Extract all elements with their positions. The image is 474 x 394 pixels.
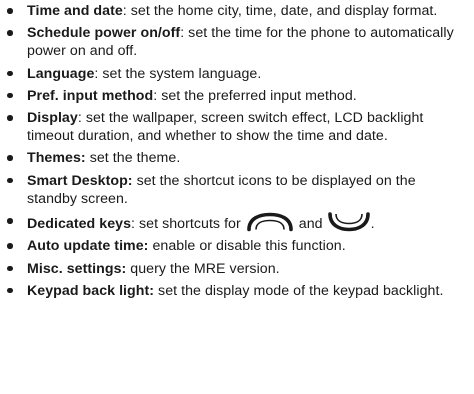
settings-list: Time and date: set the home city, time, … xyxy=(0,2,474,304)
list-item-display: Display: set the wallpaper, screen switc… xyxy=(0,109,474,145)
item-separator: : xyxy=(180,25,189,42)
list-item-input-method: Pref. input method: set the preferred in… xyxy=(0,87,474,105)
list-item-dedicated-keys: Dedicated keys: set shortcuts for and . xyxy=(0,212,474,233)
bullet-icon xyxy=(7,8,13,14)
bullet-icon xyxy=(7,265,13,272)
list-item-smart-desktop: Smart Desktop: set the shortcut icons to… xyxy=(0,172,474,208)
down-key-icon xyxy=(327,212,371,232)
item-separator: : xyxy=(153,87,162,104)
list-item-themes: Themes: set the theme. xyxy=(0,149,474,167)
item-term: Dedicated keys xyxy=(27,216,132,233)
item-separator: : xyxy=(131,216,139,233)
item-description: set the preferred input method. xyxy=(161,87,357,104)
item-separator: : xyxy=(122,3,131,19)
item-term: Themes: xyxy=(27,150,86,167)
item-term: Misc. settings: xyxy=(27,260,127,277)
item-term: Auto update time: xyxy=(27,238,149,255)
item-description: set the system language. xyxy=(102,65,262,82)
item-description: enable or disable this function. xyxy=(152,238,346,255)
bullet-icon xyxy=(7,218,13,224)
bullet-icon xyxy=(7,177,13,184)
list-item-auto-update-time: Auto update time: enable or disable this… xyxy=(0,237,474,255)
item-description: set the home city, time, date, and displ… xyxy=(130,3,438,19)
item-term: Display xyxy=(27,110,78,127)
bullet-icon xyxy=(7,115,13,121)
item-term: Keypad back light: xyxy=(27,282,155,299)
item-description: set the wallpaper, screen switch effect,… xyxy=(27,110,424,145)
item-description: set the theme. xyxy=(89,150,181,167)
up-key-icon xyxy=(245,212,295,232)
item-term: Language xyxy=(27,65,95,82)
item-term: Smart Desktop: xyxy=(27,172,133,189)
bullet-icon xyxy=(7,243,13,249)
item-description: query the MRE version. xyxy=(130,260,280,277)
bullet-icon xyxy=(7,30,13,36)
item-term: Schedule power on/off xyxy=(27,25,181,42)
item-separator: : xyxy=(77,110,86,127)
bullet-icon xyxy=(7,92,13,99)
item-description: set the display mode of the keypad backl… xyxy=(158,282,444,299)
list-item-language: Language: set the system language. xyxy=(0,65,474,83)
list-item-time-and-date: Time and date: set the home city, time, … xyxy=(0,2,474,20)
item-description: set shortcuts for xyxy=(139,216,241,233)
item-term: Time and date xyxy=(27,3,123,19)
item-description-end: . xyxy=(370,216,375,233)
item-description-connector: and xyxy=(298,216,323,233)
list-item-misc-settings: Misc. settings: query the MRE version. xyxy=(0,260,474,278)
bullet-icon xyxy=(7,155,13,161)
bullet-icon xyxy=(7,287,13,294)
list-item-schedule-power: Schedule power on/off: set the time for … xyxy=(0,24,474,60)
bullet-icon xyxy=(7,70,13,77)
item-term: Pref. input method xyxy=(27,87,154,104)
list-item-keypad-backlight: Keypad back light: set the display mode … xyxy=(0,282,474,300)
